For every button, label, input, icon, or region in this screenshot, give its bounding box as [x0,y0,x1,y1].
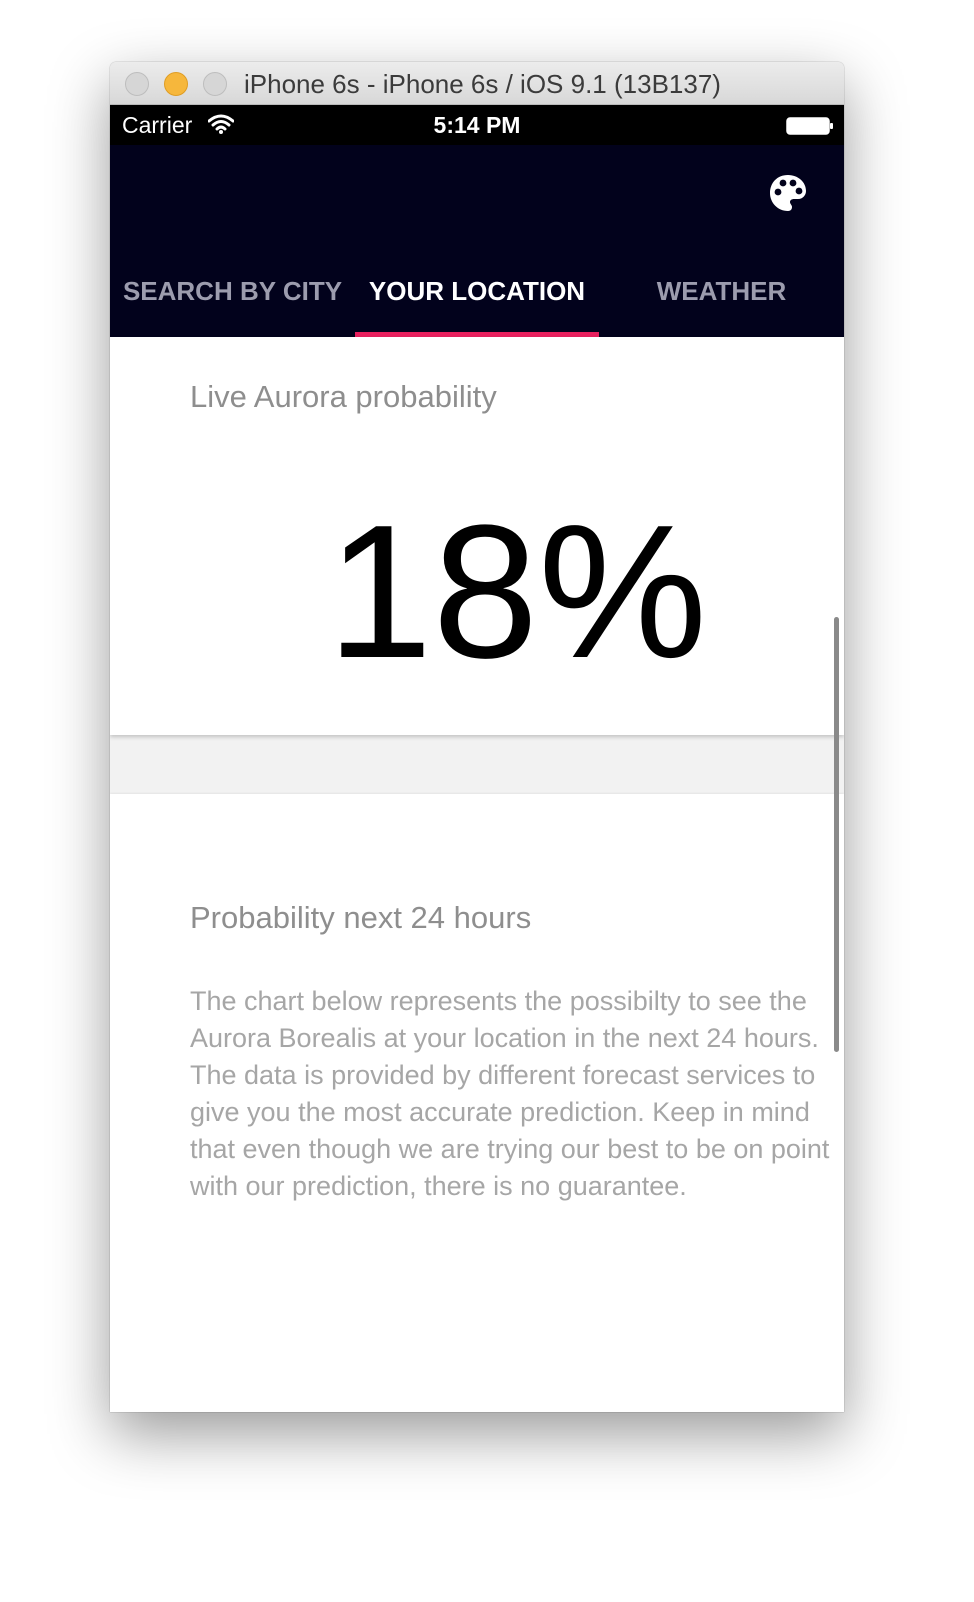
window-titlebar: iPhone 6s - iPhone 6s / iOS 9.1 (13B137) [110,62,844,105]
simulator-window: iPhone 6s - iPhone 6s / iOS 9.1 (13B137)… [110,62,844,1412]
tab-weather[interactable]: WEATHER [599,255,844,337]
forecast-card: Probability next 24 hours The chart belo… [110,794,844,1412]
app-bar: SEARCH BY CITY YOUR LOCATION WEATHER [110,145,844,337]
tab-your-location[interactable]: YOUR LOCATION [355,255,599,337]
live-probability-card: Live Aurora probability 18% [110,337,844,735]
live-probability-value: 18% [326,486,708,698]
tab-search-by-city[interactable]: SEARCH BY CITY [110,255,355,337]
content-area[interactable]: Live Aurora probability 18% Probability … [110,337,844,1412]
battery-icon [786,117,833,135]
palette-icon[interactable] [768,173,808,213]
minimize-window-button[interactable] [164,72,188,96]
status-bar: Carrier 5:14 PM [110,105,844,145]
live-probability-title: Live Aurora probability [190,379,497,414]
status-time: 5:14 PM [433,112,521,138]
forecast-description: The chart below represents the possibilt… [190,986,830,1201]
close-window-button[interactable] [125,72,149,96]
scrollbar[interactable] [834,617,839,1052]
zoom-window-button[interactable] [203,72,227,96]
forecast-title: Probability next 24 hours [190,900,532,935]
window-title: iPhone 6s - iPhone 6s / iOS 9.1 (13B137) [244,69,721,99]
